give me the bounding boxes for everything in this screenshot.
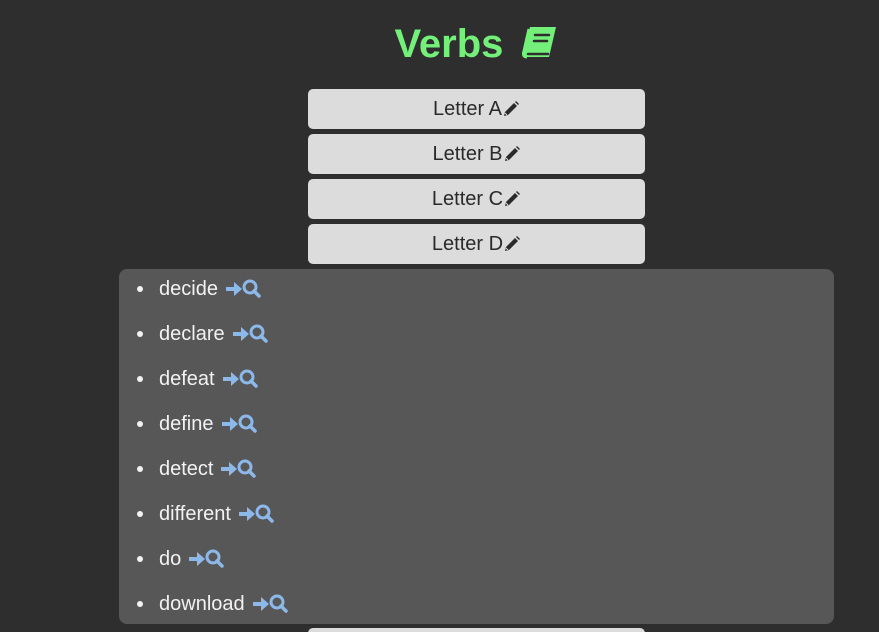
letter-d-button[interactable]: Letter D (308, 224, 645, 264)
bullet (137, 331, 143, 337)
bullet (137, 511, 143, 517)
arrow-right-search-icon[interactable] (251, 593, 289, 615)
page-title: Verbs (0, 20, 879, 72)
letter-c-label: Letter C (431, 187, 504, 210)
letter-a-button[interactable]: Letter A (308, 89, 645, 129)
arrow-right-search-icon[interactable] (224, 278, 262, 300)
list-item: define (137, 411, 258, 437)
word-text: download (159, 592, 245, 615)
pencil-icon (503, 190, 521, 208)
word-text: decide (159, 277, 218, 300)
list-item: declare (137, 321, 269, 347)
arrow-right-search-icon[interactable] (237, 503, 275, 525)
list-item: decide (137, 276, 262, 302)
arrow-right-search-icon[interactable] (220, 413, 258, 435)
letter-b-button[interactable]: Letter B (308, 134, 645, 174)
list-item: detect (137, 456, 257, 482)
bullet (137, 376, 143, 382)
word-text: detect (159, 457, 214, 480)
pencil-icon (502, 100, 520, 118)
letter-c-button[interactable]: Letter C (308, 179, 645, 219)
list-item: defeat (137, 366, 259, 392)
bullet (137, 286, 143, 292)
bullet (137, 421, 143, 427)
word-text: different (159, 502, 231, 525)
list-item: different (137, 501, 275, 527)
list-item: download (137, 591, 289, 617)
letter-b-label: Letter B (432, 142, 503, 165)
word-text: define (159, 412, 214, 435)
book-icon (521, 24, 559, 72)
word-text: declare (159, 322, 225, 345)
letter-e-button-partial[interactable] (308, 628, 645, 632)
bullet (137, 466, 143, 472)
letter-a-label: Letter A (433, 97, 502, 120)
list-item: do (137, 546, 225, 572)
word-list-panel: decide declare defeat define detect diff… (119, 269, 834, 624)
word-text: defeat (159, 367, 215, 390)
letter-d-label: Letter D (431, 232, 504, 255)
bullet (137, 556, 143, 562)
arrow-right-search-icon[interactable] (187, 548, 225, 570)
pencil-icon (503, 235, 521, 253)
word-text: do (159, 547, 182, 570)
arrow-right-search-icon[interactable] (231, 323, 269, 345)
arrow-right-search-icon[interactable] (221, 368, 259, 390)
page-title-text: Verbs (394, 22, 504, 66)
pencil-icon (503, 145, 521, 163)
arrow-right-search-icon[interactable] (219, 458, 257, 480)
bullet (137, 601, 143, 607)
